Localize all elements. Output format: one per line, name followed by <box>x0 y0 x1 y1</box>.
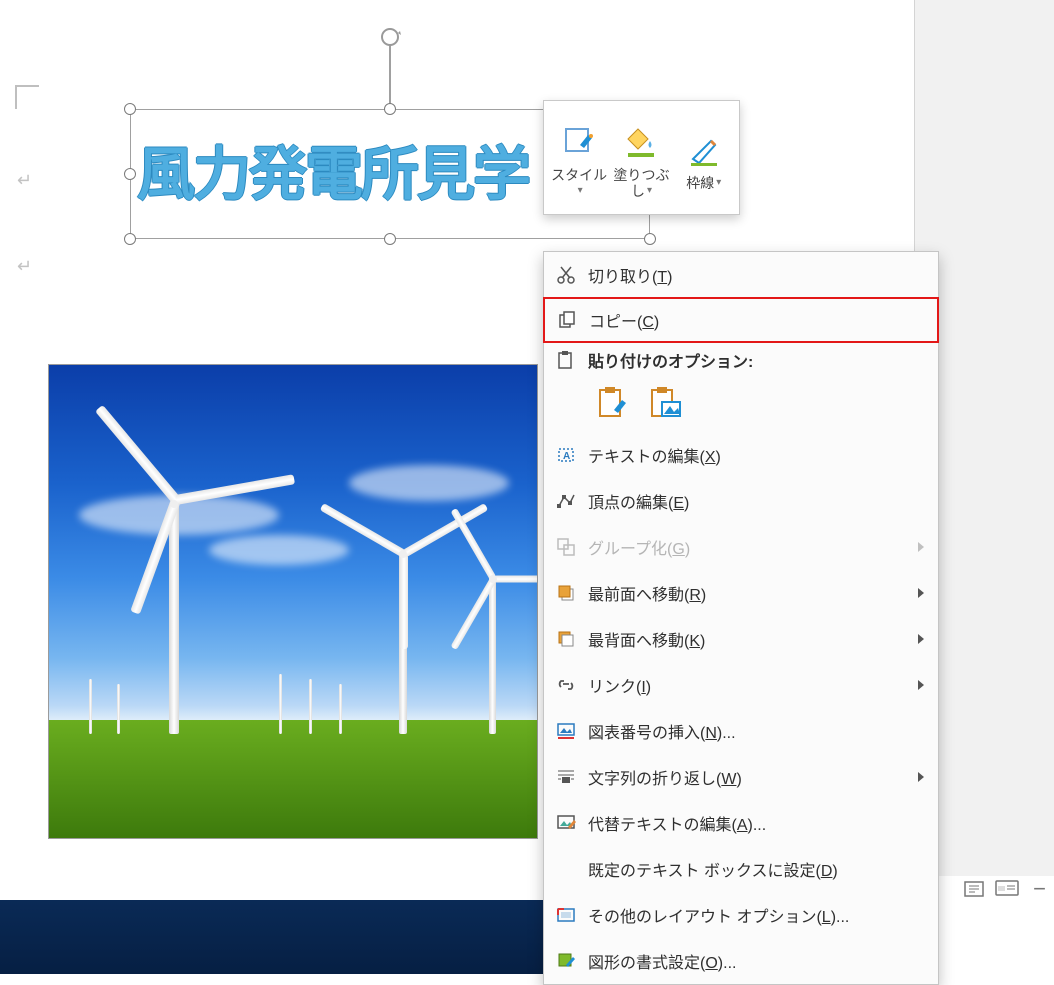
paste-icon <box>544 350 588 370</box>
layout-icon <box>544 905 588 925</box>
rotation-handle-icon[interactable] <box>378 25 402 49</box>
ctx-paste-options <box>544 378 938 432</box>
ctx-link[interactable]: リンク(I) <box>544 662 938 708</box>
dropdown-icon: ▾ <box>578 183 583 199</box>
ctx-format-shape[interactable]: 図形の書式設定(O)... <box>544 938 938 984</box>
style-icon <box>549 121 609 163</box>
format-shape-icon <box>544 951 588 971</box>
resize-handle[interactable] <box>124 168 136 180</box>
inserted-image[interactable] <box>48 364 538 839</box>
wrap-icon <box>544 767 588 787</box>
ctx-edit-text[interactable]: A テキストの編集(X) <box>544 432 938 478</box>
caption-icon <box>544 721 588 741</box>
ctx-copy[interactable]: コピー(C) <box>543 297 939 343</box>
context-menu: 切り取り(T) コピー(C) 貼り付けのオプション: A テキストの編集(X) … <box>543 251 939 985</box>
mini-toolbar: スタイル▾ 塗りつぶし▾ 枠線▾ <box>543 100 740 215</box>
paste-keep-format-button[interactable] <box>596 386 632 422</box>
view-web-icon[interactable] <box>995 878 1019 900</box>
rotation-handle-line <box>389 44 391 104</box>
page-margin-corner <box>15 85 39 109</box>
outline-icon <box>674 129 734 171</box>
bring-front-icon <box>544 583 588 603</box>
ctx-bring-front[interactable]: 最前面へ移動(R) <box>544 570 938 616</box>
dropdown-icon: ▾ <box>716 175 721 191</box>
mini-outline-button[interactable]: 枠線▾ <box>674 129 734 191</box>
ctx-more-layout[interactable]: その他のレイアウト オプション(L)... <box>544 892 938 938</box>
mini-fill-label: 塗りつぶし <box>613 167 669 199</box>
paste-picture-button[interactable] <box>648 386 684 422</box>
cut-icon <box>544 265 588 285</box>
fill-icon <box>611 121 671 163</box>
submenu-arrow-icon <box>918 634 924 644</box>
view-reading-icon[interactable] <box>963 878 985 900</box>
ctx-group: グループ化(G) <box>544 524 938 570</box>
ctx-send-back[interactable]: 最背面へ移動(K) <box>544 616 938 662</box>
copy-icon <box>545 310 589 330</box>
submenu-arrow-icon <box>918 772 924 782</box>
paragraph-mark: ↵ <box>17 256 32 277</box>
ctx-default-textbox[interactable]: 既定のテキスト ボックスに設定(D) <box>544 846 938 892</box>
mini-style-label: スタイル <box>551 167 607 183</box>
submenu-arrow-icon <box>918 542 924 552</box>
submenu-arrow-icon <box>918 680 924 690</box>
svg-text:A: A <box>563 451 570 462</box>
ctx-paste-header: 貼り付けのオプション: <box>544 342 938 378</box>
ctx-wrap[interactable]: 文字列の折り返し(W) <box>544 754 938 800</box>
ctx-alt-text[interactable]: 代替テキストの編集(A)... <box>544 800 938 846</box>
dropdown-icon: ▾ <box>647 183 652 199</box>
resize-handle[interactable] <box>644 233 656 245</box>
resize-handle[interactable] <box>384 233 396 245</box>
mini-style-button[interactable]: スタイル▾ <box>549 121 609 199</box>
zoom-minus-button[interactable]: − <box>1033 879 1046 899</box>
submenu-arrow-icon <box>918 588 924 598</box>
mini-fill-button[interactable]: 塗りつぶし▾ <box>611 121 671 199</box>
resize-handle[interactable] <box>384 103 396 115</box>
paragraph-mark: ↵ <box>17 170 32 191</box>
ctx-edit-points[interactable]: 頂点の編集(E) <box>544 478 938 524</box>
ctx-caption[interactable]: 図表番号の挿入(N)... <box>544 708 938 754</box>
mini-outline-label: 枠線 <box>686 175 714 191</box>
resize-handle[interactable] <box>124 103 136 115</box>
edit-text-icon: A <box>544 445 588 465</box>
edit-points-icon <box>544 491 588 511</box>
ctx-cut[interactable]: 切り取り(T) <box>544 252 938 298</box>
send-back-icon <box>544 629 588 649</box>
resize-handle[interactable] <box>124 233 136 245</box>
group-icon <box>544 537 588 557</box>
alt-text-icon <box>544 813 588 833</box>
link-icon <box>544 675 588 695</box>
